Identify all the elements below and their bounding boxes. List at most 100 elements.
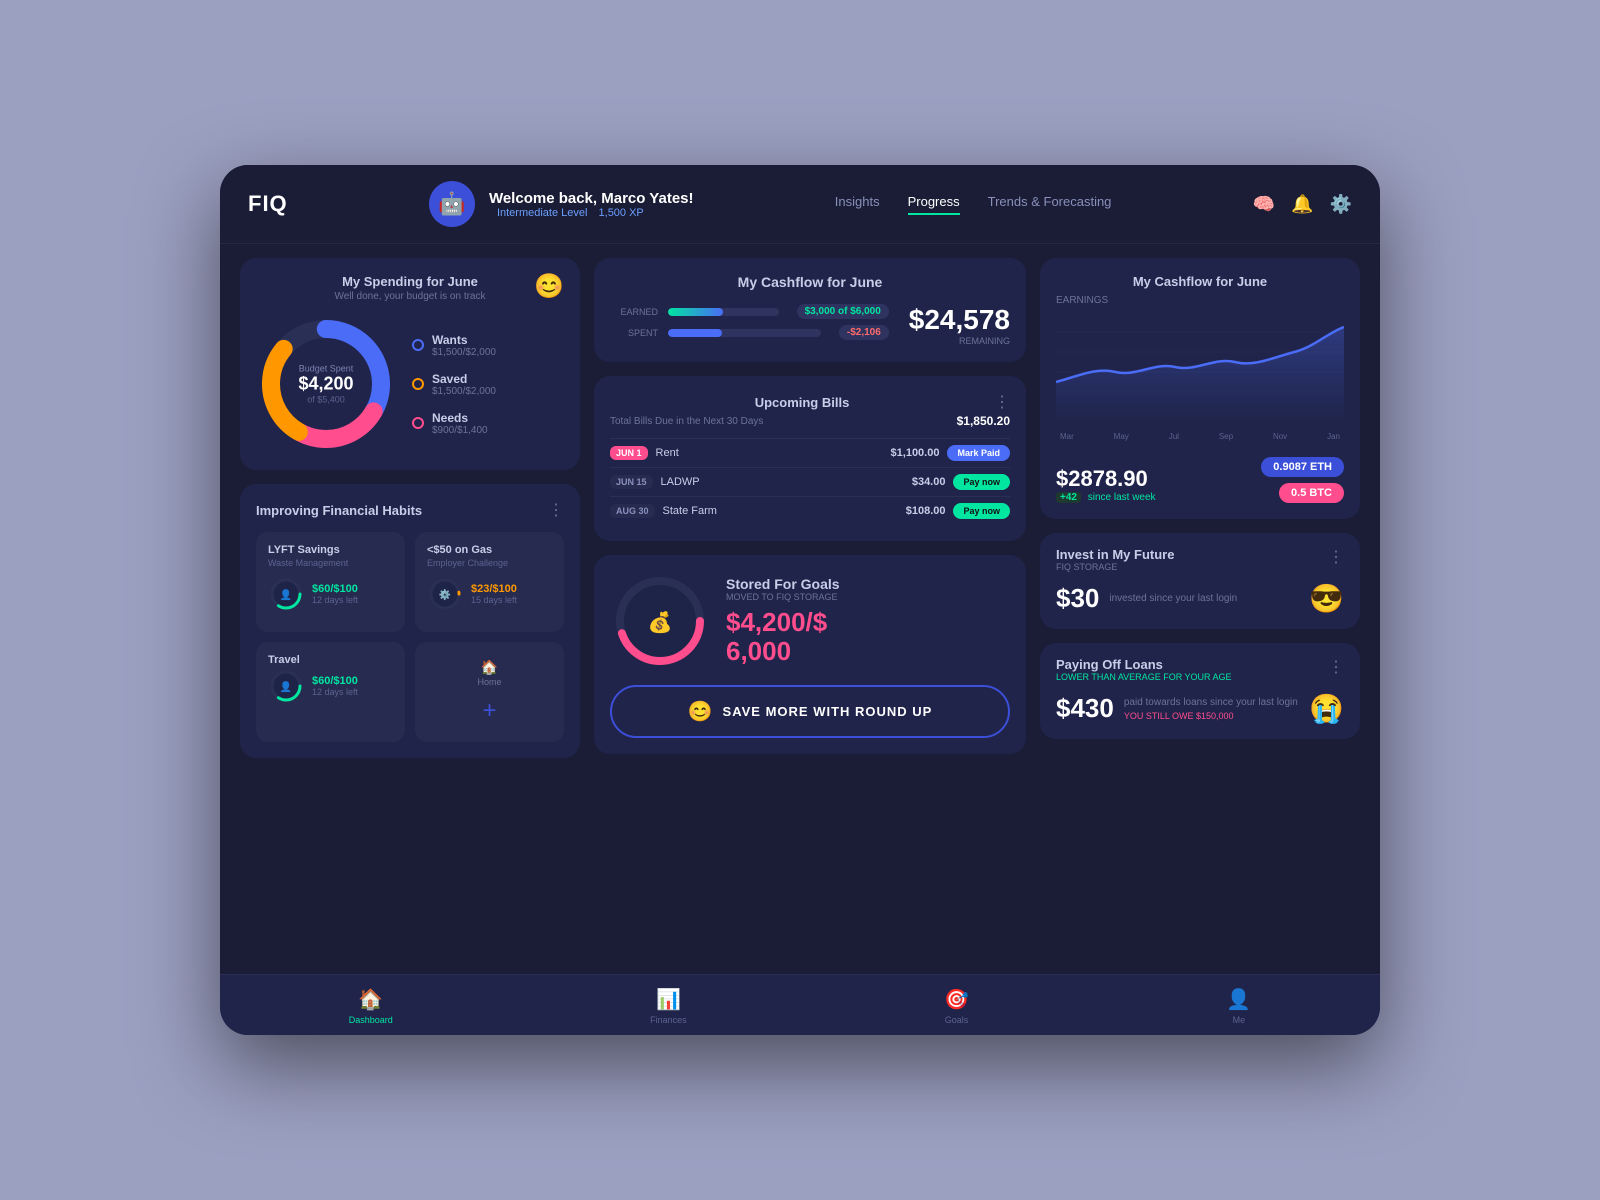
loans-card: Paying Off Loans LOWER THAN AVERAGE FOR …	[1040, 643, 1360, 739]
bills-title: Upcoming Bills	[610, 395, 994, 410]
settings-icon[interactable]: ⚙️	[1330, 194, 1352, 215]
spent-bar	[668, 329, 722, 337]
loans-owe: YOU STILL OWE $150,000	[1124, 711, 1298, 721]
cashflow-flex: EARNED $3,000 of $6,000 SPENT -$2,106	[610, 304, 1010, 346]
habit-travel-name: Travel	[268, 654, 393, 666]
earned-row: EARNED $3,000 of $6,000	[610, 304, 889, 319]
loans-sub: LOWER THAN AVERAGE FOR YOUR AGE	[1056, 672, 1232, 682]
bills-menu[interactable]: ⋮	[994, 392, 1010, 412]
bill-ladwp-name: LADWP	[661, 476, 904, 488]
invest-menu[interactable]: ⋮	[1328, 547, 1344, 567]
bills-header: Upcoming Bills ⋮	[610, 392, 1010, 412]
earned-bar	[668, 308, 723, 316]
wants-label: Wants	[432, 333, 496, 347]
invest-header: Invest in My Future FIQ STORAGE ⋮	[1056, 547, 1344, 572]
btc-badge: 0.5 BTC	[1279, 483, 1344, 503]
spending-title: My Spending for June	[256, 274, 564, 289]
goals-donut: 💰	[610, 571, 710, 671]
tab-progress[interactable]: Progress	[908, 194, 960, 215]
bill-rent-date: JUN 1	[610, 446, 648, 460]
bill-rent-pay-button[interactable]: Mark Paid	[947, 445, 1010, 461]
header: FIQ 🤖 Welcome back, Marco Yates! Interme…	[220, 165, 1380, 244]
donut-center: Budget Spent $4,200 of $5,400	[298, 364, 353, 405]
spent-bar-wrap	[668, 329, 821, 337]
chart-x-jan: Jan	[1327, 432, 1340, 441]
nav-goals[interactable]: 🎯 Goals	[944, 987, 969, 1025]
invest-info: $30 invested since your last login	[1056, 583, 1237, 614]
loans-titles: Paying Off Loans LOWER THAN AVERAGE FOR …	[1056, 657, 1232, 682]
habit-lyft: LYFT Savings Waste Management 👤 $60/$100…	[256, 532, 405, 632]
user-level: Intermediate Level	[497, 207, 588, 219]
bill-statefarm: AUG 30 State Farm $108.00 Pay now	[610, 496, 1010, 525]
bell-icon[interactable]: 🔔	[1291, 194, 1313, 215]
home-icon-wrap: 🏠 Home	[477, 659, 501, 687]
saved-dot	[412, 378, 424, 390]
bill-rent-name: Rent	[656, 447, 883, 459]
tab-insights[interactable]: Insights	[835, 194, 880, 215]
user-section: 🤖 Welcome back, Marco Yates! Intermediat…	[429, 181, 694, 227]
avatar-emoji: 🤖	[438, 191, 465, 217]
habit-add[interactable]: 🏠 Home +	[415, 642, 564, 742]
loans-header: Paying Off Loans LOWER THAN AVERAGE FOR …	[1056, 657, 1344, 682]
saved-label: Saved	[432, 372, 496, 386]
chart-x-nov: Nov	[1273, 432, 1287, 441]
roundup-button[interactable]: 😊 SAVE MORE WITH ROUND UP	[610, 685, 1010, 738]
user-xp: 1,500 XP	[599, 207, 644, 219]
dashboard-label: Dashboard	[349, 1015, 393, 1025]
chart-x-labels: Mar May Jul Sep Nov Jan	[1056, 432, 1344, 441]
loans-title: Paying Off Loans	[1056, 657, 1232, 672]
bill-statefarm-amount: $108.00	[906, 505, 946, 517]
cashflow-card: My Cashflow for June EARNED $3,000 of $6…	[594, 258, 1026, 362]
svg-text:👤: 👤	[280, 680, 292, 693]
goals-label: Stored For Goals	[726, 576, 840, 592]
bill-statefarm-pay-button[interactable]: Pay now	[953, 503, 1010, 519]
loans-row: $430 paid towards loans since your last …	[1056, 692, 1344, 725]
me-label: Me	[1233, 1015, 1246, 1025]
wants-dot	[412, 339, 424, 351]
goals-icon: 🎯	[944, 987, 969, 1012]
add-habit-icon: +	[482, 697, 496, 725]
bill-ladwp-pay-button[interactable]: Pay now	[953, 474, 1010, 490]
nav-me[interactable]: 👤 Me	[1226, 987, 1251, 1025]
goals-label: Goals	[945, 1015, 969, 1025]
loans-menu[interactable]: ⋮	[1328, 657, 1344, 677]
tab-trends[interactable]: Trends & Forecasting	[988, 194, 1112, 215]
saved-amount: $1,500/$2,000	[432, 386, 496, 397]
saved-text: Saved $1,500/$2,000	[432, 372, 496, 397]
cashflow-amount-section: $24,578 REMAINING	[909, 304, 1010, 346]
spent-label: SPENT	[610, 328, 658, 338]
bill-ladwp-amount: $34.00	[912, 476, 946, 488]
nav-finances[interactable]: 📊 Finances	[650, 987, 687, 1025]
needs-label: Needs	[432, 411, 488, 425]
habits-menu[interactable]: ⋮	[548, 500, 564, 520]
chart-x-sep: Sep	[1219, 432, 1233, 441]
donut-chart: Budget Spent $4,200 of $5,400	[256, 314, 396, 454]
footer-nav: 🏠 Dashboard 📊 Finances 🎯 Goals 👤 Me	[220, 974, 1380, 1035]
logo: FIQ	[248, 191, 288, 217]
home-icon: 🏠	[481, 659, 498, 675]
brain-icon[interactable]: 🧠	[1253, 194, 1275, 215]
earnings-amount: $2878.90	[1056, 466, 1156, 492]
cashflow-bars: EARNED $3,000 of $6,000 SPENT -$2,106	[610, 304, 889, 346]
needs-amount: $900/$1,400	[432, 425, 488, 436]
earned-label: EARNED	[610, 307, 658, 317]
user-meta: Intermediate Level 1,500 XP	[489, 207, 694, 219]
habit-lyft-sub: Waste Management	[268, 558, 393, 568]
invest-emoji: 😎	[1309, 582, 1344, 615]
spending-subtitle: Well done, your budget is on track	[256, 291, 564, 302]
bills-summary: Total Bills Due in the Next 30 Days $1,8…	[610, 414, 1010, 428]
bill-ladwp-date: JUN 15	[610, 475, 653, 489]
spending-card: My Spending for June Well done, your bud…	[240, 258, 580, 470]
spending-emoji: 😊	[534, 272, 564, 301]
legend-saved: Saved $1,500/$2,000	[412, 372, 496, 397]
habit-travel-days: 12 days left	[312, 687, 358, 697]
goals-card: 💰 Stored For Goals MOVED TO FIQ STORAGE …	[594, 555, 1026, 754]
legend-needs: Needs $900/$1,400	[412, 411, 496, 436]
middle-column: My Cashflow for June EARNED $3,000 of $6…	[594, 258, 1026, 960]
nav-dashboard[interactable]: 🏠 Dashboard	[349, 987, 393, 1025]
chart-x-jul: Jul	[1169, 432, 1179, 441]
bill-rent: JUN 1 Rent $1,100.00 Mark Paid	[610, 438, 1010, 467]
earnings-amount-section: $2878.90 +42 since last week	[1056, 466, 1156, 503]
goals-donut-svg: 💰	[610, 571, 710, 671]
header-icons: 🧠 🔔 ⚙️	[1253, 194, 1352, 215]
